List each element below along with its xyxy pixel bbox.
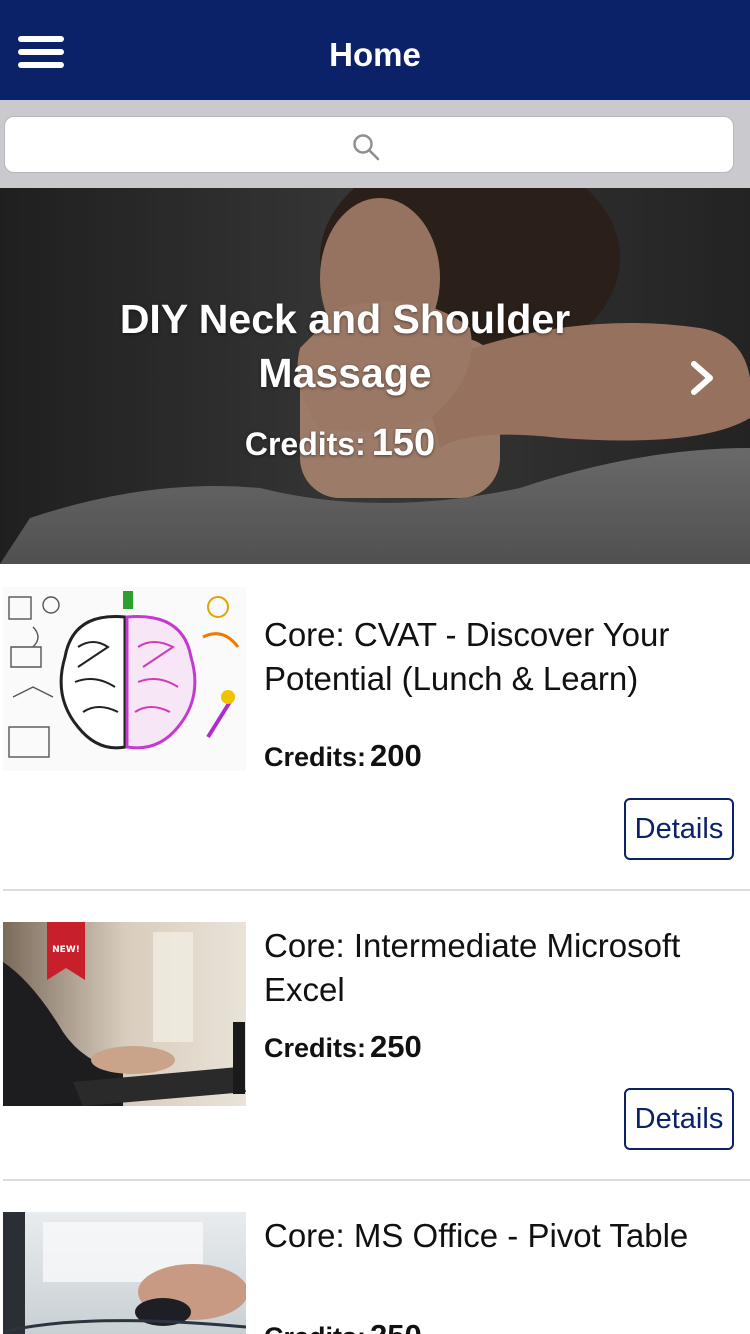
featured-title: DIY Neck and Shoulder Massage (119, 296, 571, 396)
course-thumbnail: NEW! (3, 922, 246, 1106)
search-input[interactable] (4, 116, 734, 173)
course-credits-label: Credits: (264, 1033, 367, 1063)
laptop-typing-image: NEW! (3, 922, 246, 1106)
course-credits-label: Credits: (264, 742, 367, 772)
course-thumbnail (3, 587, 246, 771)
featured-banner[interactable]: DIY Neck and Shoulder Massage Credits: 15… (0, 188, 750, 564)
course-item[interactable]: NEW! Core: Intermediate Microsoft Excel … (0, 922, 750, 1177)
course-thumbnail (3, 1212, 246, 1334)
details-button[interactable]: Details (624, 1088, 734, 1150)
nav-bar: Home (0, 0, 750, 100)
details-button[interactable]: Details (624, 798, 734, 860)
course-credits-value: 200 (370, 738, 422, 773)
brain-doodle-image (3, 587, 246, 771)
featured-credits-value: 150 (371, 422, 436, 464)
course-title: Core: MS Office - Pivot Table (264, 1217, 689, 1254)
course-title: Core: Intermediate Microsoft Excel (264, 927, 681, 1008)
course-credits: Credits: 200 (264, 738, 422, 774)
page-title: Home (329, 36, 421, 73)
course-item[interactable]: Core: CVAT - Discover Your Potential (Lu… (0, 587, 750, 887)
course-credits: Credits: 250 (264, 1318, 422, 1334)
featured-credits: Credits: 150 (0, 422, 680, 465)
search-bar (0, 100, 750, 188)
featured-credits-label: Credits: (244, 426, 366, 462)
course-credits-value: 250 (370, 1029, 422, 1064)
course-title: Core: CVAT - Discover Your Potential (Lu… (264, 616, 670, 697)
chevron-right-icon[interactable] (684, 358, 720, 398)
search-icon (353, 134, 380, 161)
course-credits: Credits:250 (264, 1029, 422, 1065)
new-badge: NEW! (52, 945, 80, 955)
course-credits-label: Credits: (264, 1322, 366, 1334)
course-credits-value: 250 (370, 1318, 422, 1334)
list-divider (3, 1179, 750, 1181)
course-item[interactable]: Core: MS Office - Pivot Table Credits: 25… (0, 1212, 750, 1334)
list-divider (3, 889, 750, 891)
mouse-hand-image (3, 1212, 246, 1334)
